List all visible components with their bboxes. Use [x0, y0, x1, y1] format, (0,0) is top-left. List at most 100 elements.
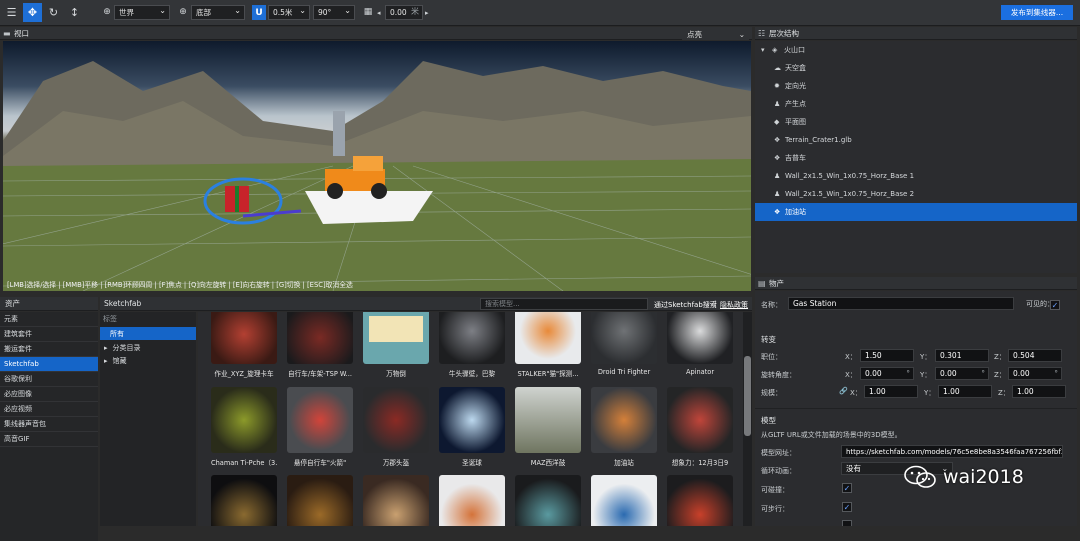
grid-decrease-icon[interactable]: ◂	[377, 9, 381, 17]
model-thumbnail	[591, 475, 657, 526]
scale-y-input[interactable]: 1.00	[938, 385, 992, 398]
category-collections[interactable]: ▸ 馆藏	[100, 354, 196, 367]
rotation-x-input[interactable]: 0.00 °	[860, 367, 914, 380]
asset-source-item[interactable]: 必应视频	[0, 402, 98, 417]
model-card[interactable]: STALKER"猫"探测...	[515, 312, 581, 378]
hierarchy-item-selected[interactable]: ❖ 加油站	[755, 203, 1077, 221]
hierarchy-item-label: Wall_2x1.5_Win_1x0.75_Horz_Base 1	[785, 172, 915, 180]
hierarchy-item[interactable]: ✹ 定向光	[755, 77, 1077, 95]
chevron-down-icon: ▾	[761, 46, 765, 54]
hierarchy-item[interactable]: ☁ 天空盒	[755, 59, 1077, 77]
model-card[interactable]: 自行车/车架-TSP W...	[287, 312, 353, 378]
menu-icon[interactable]: ☰	[2, 3, 21, 22]
model-card[interactable]	[287, 475, 353, 526]
move-tool-icon[interactable]: ✥	[23, 3, 42, 22]
hierarchy-item[interactable]: ♟ Wall_2x1.5_Win_1x0.75_Horz_Base 2	[755, 185, 1077, 203]
model-card[interactable]	[667, 475, 733, 526]
name-input[interactable]: Gas Station	[788, 297, 1014, 310]
hierarchy-item[interactable]: ▾ ◈ 火山口	[755, 41, 1077, 59]
rotation-y-input[interactable]: 0.00 °	[935, 367, 989, 380]
asset-source-item[interactable]: 集线器声音包	[0, 417, 98, 432]
grid-icon[interactable]: ▦	[362, 6, 374, 18]
model-thumbnail	[363, 475, 429, 526]
category-label: 馆藏	[112, 356, 127, 365]
model-card[interactable]	[591, 475, 657, 526]
model-card[interactable]: Chaman Ti-Pche（3...	[211, 387, 277, 467]
model-card[interactable]	[211, 475, 277, 526]
grid-height-value: 0.00	[390, 8, 407, 17]
model-card[interactable]: 作业_XYZ_旋理卡车	[211, 312, 277, 378]
watermark: wai2018	[903, 465, 1024, 489]
search-input[interactable]: 搜索模型...	[480, 298, 648, 310]
grid-increase-icon[interactable]: ▸	[425, 9, 429, 17]
position-z-input[interactable]: 0.504	[1008, 349, 1062, 362]
position-y-input[interactable]: 0.301	[935, 349, 989, 362]
option-checkbox[interactable]	[842, 520, 852, 526]
model-card[interactable]: 想象力：12月3日9	[667, 387, 733, 467]
hierarchy-item[interactable]: ♟ Wall_2x1.5_Win_1x0.75_Horz_Base 1	[755, 167, 1077, 185]
model-card[interactable]: Droid Tri Fighter	[591, 312, 657, 376]
main-toolbar: ☰ ✥ ↻ ↕ ⊕ 世界 ⌄ ⊕ 底部 ⌄ U 0.5米 ⌄ 90° ⌄ ▦ ◂ 0.0…	[0, 0, 1080, 26]
walkable-checkbox[interactable]: ✓	[842, 502, 852, 512]
spawn-icon: ♟	[774, 100, 781, 108]
category-directory[interactable]: ▸ 分类目录	[100, 341, 196, 354]
loop-animation-value: 没有	[846, 464, 861, 473]
model-icon: ❖	[774, 136, 781, 144]
snap-angle-select[interactable]: 90° ⌄	[313, 5, 355, 20]
asset-source-item[interactable]: 元素	[0, 312, 98, 327]
rotate-tool-icon[interactable]: ↻	[44, 3, 63, 22]
grid-height-input[interactable]: 0.00 米	[385, 5, 423, 20]
scale-tool-icon[interactable]: ↕	[65, 3, 84, 22]
model-url-input[interactable]: https://sketchfab.com/models/76c5e8be8a3…	[841, 445, 1063, 458]
model-card[interactable]: 万郡头盔	[363, 387, 429, 467]
section-divider	[755, 408, 1077, 409]
model-card[interactable]: 牛头骤壁，巴黎	[439, 312, 505, 378]
hierarchy-item[interactable]: ♟ 产生点	[755, 95, 1077, 113]
model-label: 圣诞球	[462, 459, 482, 467]
collidable-checkbox[interactable]: ✓	[842, 483, 852, 493]
model-card[interactable]	[363, 475, 429, 526]
model-card[interactable]: 万物倒	[363, 312, 429, 378]
asset-source-item[interactable]: 谷歌保利	[0, 372, 98, 387]
model-card[interactable]: Apinator	[667, 312, 733, 376]
hierarchy-item[interactable]: ❖ 吉普车	[755, 149, 1077, 167]
scrollbar-thumb[interactable]	[744, 356, 751, 436]
pivot-select[interactable]: 底部 ⌄	[191, 5, 245, 20]
model-card[interactable]: 圣诞球	[439, 387, 505, 467]
asset-source-item[interactable]: 高音GIF	[0, 432, 98, 447]
asset-source-item[interactable]: 搬运套件	[0, 342, 98, 357]
model-thumbnail	[439, 312, 505, 364]
scale-z-input[interactable]: 1.00	[1012, 385, 1066, 398]
snap-toggle-icon[interactable]: U	[252, 5, 266, 20]
visible-checkbox[interactable]: ✓	[1050, 300, 1060, 310]
scene-viewport[interactable]	[3, 41, 751, 291]
scene-icon: ◈	[772, 46, 778, 54]
model-card[interactable]: 悬停自行车"火箭"	[287, 387, 353, 467]
model-grid-scrollbar[interactable]	[743, 312, 752, 526]
model-card[interactable]: 加油站	[591, 387, 657, 467]
asset-source-item[interactable]: 建筑套件	[0, 327, 98, 342]
scale-x-input[interactable]: 1.00	[864, 385, 918, 398]
viewport-help-text: [LMB]选择/选择 | [MMB]平移 | [RMB]环顾四周 | [F]焦点…	[7, 281, 353, 289]
model-icon: ❖	[774, 208, 781, 216]
model-card[interactable]	[439, 475, 505, 526]
privacy-policy-link[interactable]: 隐私政策	[720, 300, 748, 310]
asset-source-item-active[interactable]: Sketchfab	[0, 357, 98, 372]
assets-header: 资产	[0, 297, 98, 311]
render-mode-select[interactable]: 点亮 ⌄	[682, 28, 749, 40]
model-card[interactable]: MAZ西洋鼓	[515, 387, 581, 467]
rotation-z-input[interactable]: 0.00 °	[1008, 367, 1062, 380]
position-x-input[interactable]: 1.50	[860, 349, 914, 362]
link-icon[interactable]: 🔗	[839, 387, 848, 395]
hierarchy-item[interactable]: ◆ 平面图	[755, 113, 1077, 131]
model-card[interactable]	[515, 475, 581, 526]
hierarchy-item[interactable]: ❖ Terrain_Crater1.glb	[755, 131, 1077, 149]
model-label: Droid Tri Fighter	[597, 368, 651, 376]
transform-space-select[interactable]: 世界 ⌄	[114, 5, 170, 20]
walkable-label: 可步行：	[761, 505, 789, 513]
asset-source-item[interactable]: 必应图像	[0, 387, 98, 402]
category-all[interactable]: 所有	[100, 327, 196, 340]
snap-distance-select[interactable]: 0.5米 ⌄	[268, 5, 310, 20]
model-label: 作业_XYZ_旋理卡车	[214, 370, 274, 378]
publish-button[interactable]: 发布到集线器...	[1001, 5, 1073, 20]
